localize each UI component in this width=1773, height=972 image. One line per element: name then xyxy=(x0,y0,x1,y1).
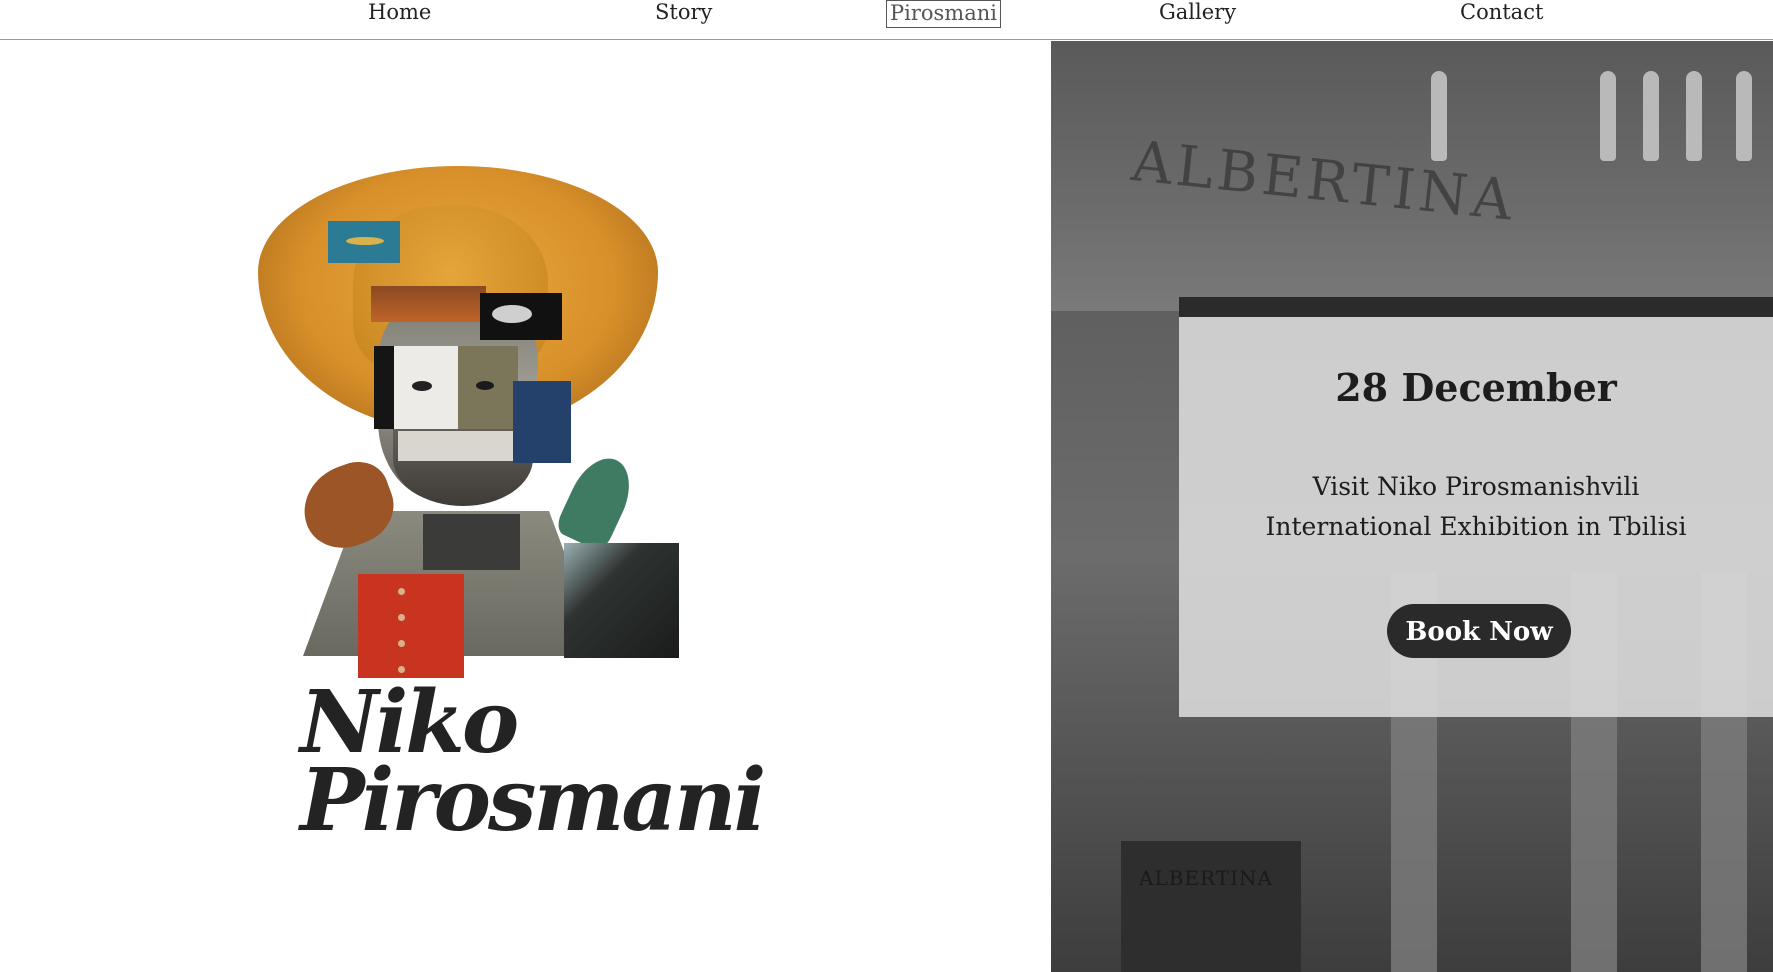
building-facade: ALBERTINA xyxy=(1051,41,1773,311)
pirosmani-collage-portrait xyxy=(258,166,679,678)
tunic-button-dot xyxy=(398,614,405,621)
nav-item-gallery[interactable]: Gallery xyxy=(1159,0,1236,26)
blue-cheek-collage-patch xyxy=(513,381,571,463)
dark-coat-collage-patch xyxy=(564,543,679,658)
giraffe-figure xyxy=(553,448,642,554)
hero-title-line-2: Pirosmani xyxy=(300,750,766,851)
hero-left-panel: Niko Pirosmani xyxy=(0,41,1051,972)
event-date: 28 December xyxy=(1335,365,1617,410)
bird-collage-patch xyxy=(328,221,400,263)
tunic-button-dot xyxy=(398,588,405,595)
balustrade-post xyxy=(1600,71,1616,161)
nav-item-home[interactable]: Home xyxy=(368,0,431,26)
hair-collage-patch xyxy=(371,286,486,322)
left-eye-collage-patch xyxy=(374,346,459,429)
event-description: Visit Niko Pirosmanishvili International… xyxy=(1179,467,1773,547)
tunic-button-dot xyxy=(398,640,405,647)
chin-collage-patch xyxy=(423,514,520,570)
nav-item-contact[interactable]: Contact xyxy=(1460,0,1543,26)
nav-item-pirosmani[interactable]: Pirosmani xyxy=(886,0,1001,28)
event-description-line-1: Visit Niko Pirosmanishvili xyxy=(1312,472,1640,501)
hero-right-panel: ALBERTINA ALBERTINA 28 December Visit Ni… xyxy=(1051,41,1773,972)
balustrade-post xyxy=(1686,71,1702,161)
balustrade-post xyxy=(1431,71,1447,161)
nav-item-story[interactable]: Story xyxy=(655,0,712,26)
event-card: 28 December Visit Niko Pirosmanishvili I… xyxy=(1179,297,1773,717)
event-card-top-bar xyxy=(1179,297,1773,317)
entrance-door xyxy=(1121,841,1301,972)
building-sign: ALBERTINA xyxy=(1128,129,1520,234)
event-description-line-2: International Exhibition in Tbilisi xyxy=(1265,512,1687,541)
red-tunic-collage-patch xyxy=(358,574,464,678)
nose-collage-patch xyxy=(398,431,513,461)
top-navigation: Home Story Pirosmani Gallery Contact xyxy=(0,0,1773,40)
right-eye-collage-patch xyxy=(458,346,518,429)
hero-title: Niko Pirosmani xyxy=(300,680,766,851)
book-now-button[interactable]: Book Now xyxy=(1387,604,1571,658)
balustrade-post xyxy=(1643,71,1659,161)
entrance-sign: ALBERTINA xyxy=(1139,866,1273,890)
black-collage-patch xyxy=(480,293,562,340)
balustrade-post xyxy=(1736,71,1752,161)
